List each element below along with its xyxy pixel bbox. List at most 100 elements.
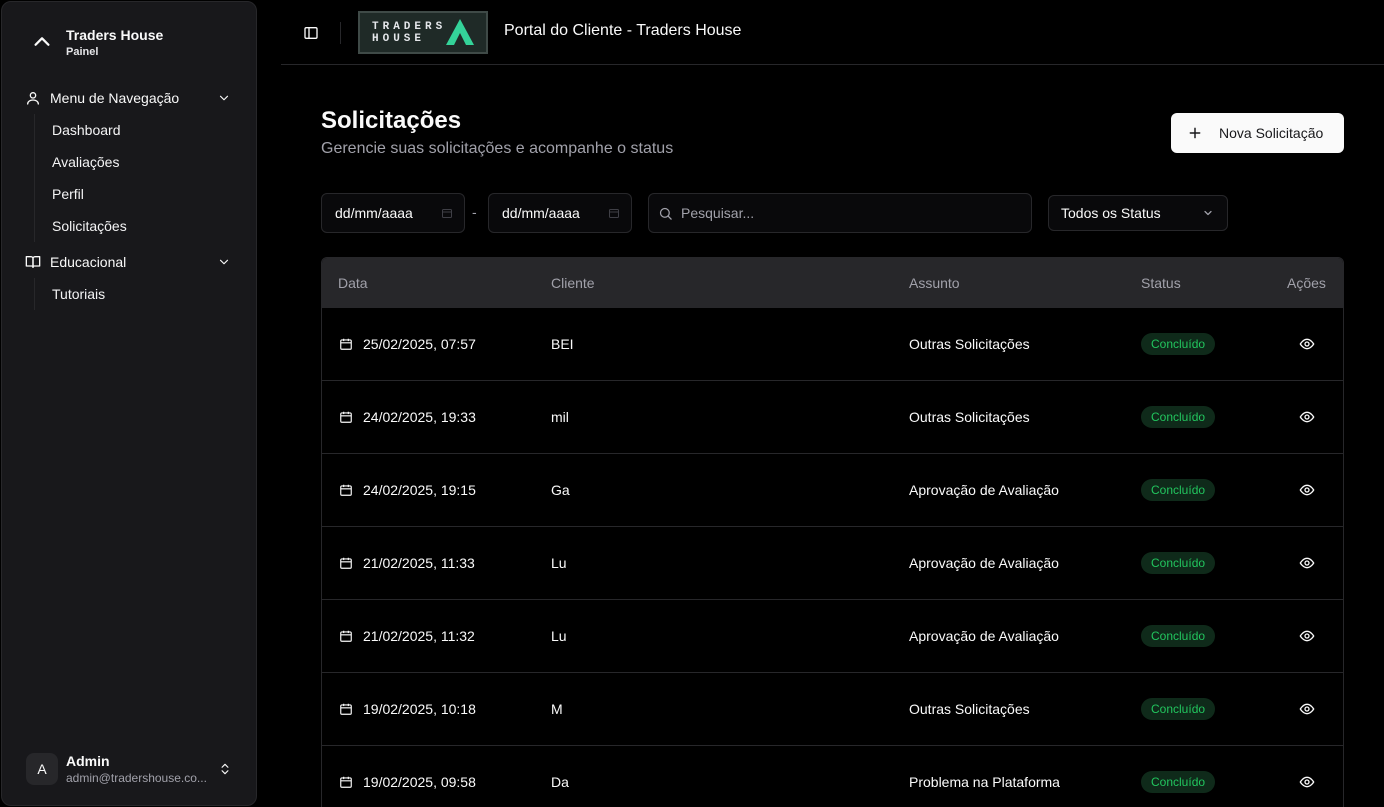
chevron-up-icon bbox=[22, 22, 62, 62]
top-header: TRADERS HOUSE Portal do Cliente - Trader… bbox=[281, 0, 1384, 65]
column-header-date: Data bbox=[338, 275, 368, 291]
row-subject: Outras Solicitações bbox=[909, 336, 1030, 352]
eye-icon[interactable] bbox=[1298, 408, 1316, 426]
eye-icon[interactable] bbox=[1298, 700, 1316, 718]
status-filter-select[interactable]: Todos os Status bbox=[1048, 195, 1228, 231]
traders-house-logo: TRADERS HOUSE bbox=[358, 11, 488, 54]
user-menu[interactable]: A Admin admin@tradershouse.co... bbox=[23, 748, 239, 790]
row-subject: Problema na Plataforma bbox=[909, 774, 1060, 790]
column-header-subject: Assunto bbox=[909, 275, 960, 291]
page-title: Solicitações bbox=[321, 107, 462, 134]
chevrons-up-down-icon bbox=[217, 761, 233, 777]
row-date: 24/02/2025, 19:33 bbox=[363, 409, 476, 425]
sidebar-item-perfil[interactable]: Perfil bbox=[35, 178, 225, 210]
nav-submenu-educacional: Tutoriais bbox=[34, 278, 225, 310]
nav-group-menu-navegacao[interactable]: Menu de Navegação bbox=[22, 82, 238, 114]
row-date: 21/02/2025, 11:33 bbox=[363, 555, 475, 571]
row-date: 24/02/2025, 19:15 bbox=[363, 482, 476, 498]
chevron-down-icon bbox=[216, 90, 232, 106]
logo-line-2: HOUSE bbox=[372, 32, 426, 45]
eye-icon[interactable] bbox=[1298, 773, 1316, 791]
table-row: 25/02/2025, 07:57 BEI Outras Solicitaçõe… bbox=[322, 307, 1343, 380]
date-separator: - bbox=[472, 204, 477, 220]
eye-icon[interactable] bbox=[1298, 481, 1316, 499]
new-request-button[interactable]: Nova Solicitação bbox=[1171, 113, 1344, 153]
brand-title: Traders House bbox=[66, 27, 164, 43]
status-badge: Concluído bbox=[1141, 698, 1216, 720]
sidebar-item-dashboard[interactable]: Dashboard bbox=[35, 114, 225, 146]
status-badge: Concluído bbox=[1141, 479, 1216, 501]
logo-mark-icon bbox=[446, 19, 474, 45]
sidebar-item-avaliacoes[interactable]: Avaliações bbox=[35, 146, 225, 178]
row-subject: Outras Solicitações bbox=[909, 409, 1030, 425]
calendar-icon bbox=[338, 482, 354, 498]
avatar: A bbox=[26, 753, 58, 785]
sidebar-item-solicitacoes[interactable]: Solicitações bbox=[35, 210, 225, 242]
calendar-icon bbox=[338, 701, 354, 717]
nav-submenu-navegacao: Dashboard Avaliações Perfil Solicitações bbox=[34, 114, 225, 242]
calendar-icon bbox=[338, 774, 354, 790]
eye-icon[interactable] bbox=[1298, 627, 1316, 645]
calendar-icon[interactable] bbox=[440, 206, 454, 220]
logo-line-1: TRADERS bbox=[372, 20, 447, 33]
search-placeholder: Pesquisar... bbox=[681, 205, 755, 221]
portal-title: Portal do Cliente - Traders House bbox=[504, 22, 742, 39]
plus-icon bbox=[1187, 125, 1203, 141]
row-client: Lu bbox=[551, 628, 567, 644]
user-name: Admin bbox=[66, 753, 110, 769]
chevron-down-icon bbox=[1201, 206, 1215, 220]
sidebar: Traders House Painel Menu de Navegação D… bbox=[1, 1, 257, 806]
nav-group-label: Menu de Navegação bbox=[50, 90, 180, 106]
row-client: mil bbox=[551, 409, 569, 425]
chevron-down-icon bbox=[216, 254, 232, 270]
row-subject: Aprovação de Avaliação bbox=[909, 482, 1059, 498]
table-row: 21/02/2025, 11:33 Lu Aprovação de Avalia… bbox=[322, 526, 1343, 599]
row-client: Ga bbox=[551, 482, 570, 498]
calendar-icon bbox=[338, 336, 354, 352]
table-row: 24/02/2025, 19:33 mil Outras Solicitaçõe… bbox=[322, 380, 1343, 453]
status-badge: Concluído bbox=[1141, 625, 1216, 647]
table-row: 24/02/2025, 19:15 Ga Aprovação de Avalia… bbox=[322, 453, 1343, 526]
nav-group-educacional[interactable]: Educacional bbox=[22, 246, 238, 278]
row-client: BEI bbox=[551, 336, 574, 352]
row-client: M bbox=[551, 701, 563, 717]
user-icon bbox=[24, 89, 42, 107]
calendar-icon bbox=[338, 409, 354, 425]
column-header-client: Cliente bbox=[551, 275, 595, 291]
date-to-input[interactable]: dd/mm/aaaa bbox=[488, 193, 632, 233]
user-email: admin@tradershouse.co... bbox=[66, 771, 207, 785]
calendar-icon bbox=[338, 555, 354, 571]
requests-table: Data Cliente Assunto Status Ações 25/02/… bbox=[321, 257, 1344, 807]
column-header-actions: Ações bbox=[1287, 275, 1326, 291]
status-filter-value: Todos os Status bbox=[1061, 205, 1161, 221]
sidebar-toggle-icon[interactable] bbox=[301, 23, 321, 43]
status-badge: Concluído bbox=[1141, 552, 1216, 574]
row-subject: Aprovação de Avaliação bbox=[909, 628, 1059, 644]
new-request-label: Nova Solicitação bbox=[1219, 125, 1324, 141]
table-header: Data Cliente Assunto Status Ações bbox=[322, 258, 1343, 307]
eye-icon[interactable] bbox=[1298, 554, 1316, 572]
brand[interactable]: Traders House Painel bbox=[22, 22, 163, 62]
eye-icon[interactable] bbox=[1298, 335, 1316, 353]
status-badge: Concluído bbox=[1141, 333, 1216, 355]
search-icon bbox=[657, 205, 673, 221]
status-badge: Concluído bbox=[1141, 406, 1216, 428]
row-client: Lu bbox=[551, 555, 567, 571]
row-client: Da bbox=[551, 774, 569, 790]
row-date: 25/02/2025, 07:57 bbox=[363, 336, 476, 352]
table-row: 19/02/2025, 09:58 Da Problema na Platafo… bbox=[322, 745, 1343, 807]
calendar-icon bbox=[338, 628, 354, 644]
row-date: 21/02/2025, 11:32 bbox=[363, 628, 475, 644]
sidebar-item-tutoriais[interactable]: Tutoriais bbox=[35, 278, 225, 310]
calendar-icon[interactable] bbox=[607, 206, 621, 220]
date-from-value: dd/mm/aaaa bbox=[335, 205, 413, 221]
status-badge: Concluído bbox=[1141, 771, 1216, 793]
table-row: 21/02/2025, 11:32 Lu Aprovação de Avalia… bbox=[322, 599, 1343, 672]
header-divider bbox=[340, 22, 341, 44]
column-header-status: Status bbox=[1141, 275, 1181, 291]
row-date: 19/02/2025, 10:18 bbox=[363, 701, 476, 717]
search-input[interactable]: Pesquisar... bbox=[648, 193, 1032, 233]
book-open-icon bbox=[24, 253, 42, 271]
page-subtitle: Gerencie suas solicitações e acompanhe o… bbox=[321, 140, 674, 157]
date-from-input[interactable]: dd/mm/aaaa bbox=[321, 193, 465, 233]
